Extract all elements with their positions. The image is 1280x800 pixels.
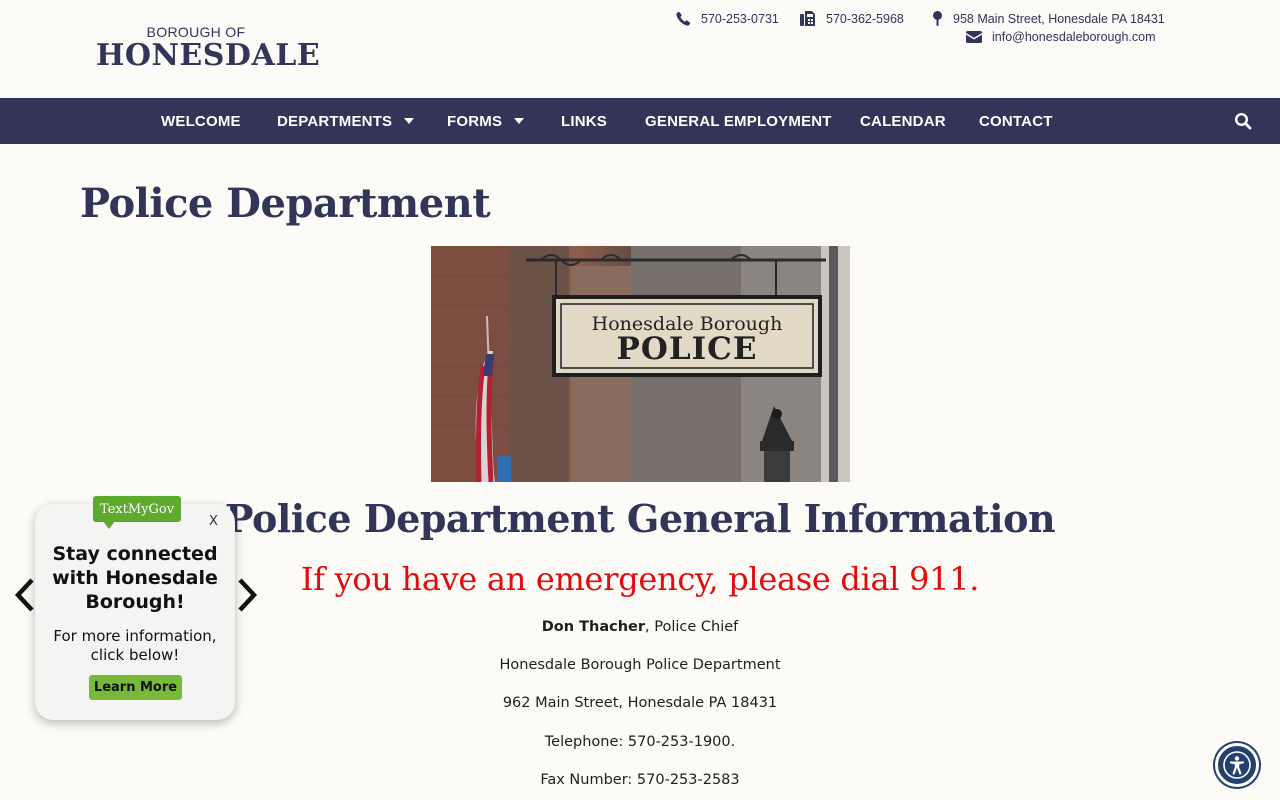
nav-label: CONTACT [979, 112, 1053, 130]
department-fax: Fax Number: 570-253-2583 [540, 772, 740, 788]
fax-icon [800, 11, 815, 26]
sign-line-2: POLICE [617, 331, 758, 367]
header-email[interactable]: info@honesdaleborough.com [966, 30, 1156, 44]
nav-label: GENERAL EMPLOYMENT [645, 112, 832, 130]
search-icon[interactable] [1234, 112, 1252, 130]
main-nav: WELCOME DEPARTMENTS FORMS LINKS GENERAL … [0, 98, 1280, 144]
site-logo[interactable]: BOROUGH OF HONESDALE [96, 24, 321, 73]
nav-label: FORMS [447, 112, 503, 130]
nav-item-links[interactable]: LINKS [561, 98, 607, 144]
header-fax-text: 570-362-5968 [826, 11, 904, 26]
header-address[interactable]: 958 Main Street, Honesdale PA 18431 [932, 11, 1165, 26]
site-header: BOROUGH OF HONESDALE 570-253-0731 570-36… [0, 0, 1280, 98]
logo-main-text: HONESDALE [96, 38, 321, 73]
chevron-left-icon[interactable] [14, 577, 36, 613]
nav-item-forms[interactable]: FORMS [447, 98, 525, 144]
nav-item-general-employment[interactable]: GENERAL EMPLOYMENT [645, 98, 832, 144]
chief-role: , Police Chief [645, 619, 739, 635]
header-fax[interactable]: 570-362-5968 [800, 11, 904, 26]
accessibility-button[interactable] [1215, 743, 1259, 787]
envelope-icon [966, 31, 982, 43]
chevron-down-icon [404, 118, 415, 124]
header-email-text: info@honesdaleborough.com [992, 30, 1156, 44]
map-pin-icon [933, 11, 942, 26]
nav-item-contact[interactable]: CONTACT [979, 98, 1053, 144]
page-title: Police Department [80, 180, 491, 227]
widget-subtext: For more information, click below! [53, 627, 217, 664]
department-telephone: Telephone: 570-253-1900. [544, 734, 736, 750]
chief-name: Don Thacher [541, 619, 646, 635]
nav-label: LINKS [561, 112, 607, 130]
chevron-down-icon [514, 118, 525, 124]
header-address-text: 958 Main Street, Honesdale PA 18431 [953, 11, 1165, 26]
header-phone-text: 570-253-0731 [701, 11, 779, 26]
accessibility-icon [1223, 751, 1251, 779]
textmygov-badge: TextMyGov [93, 496, 181, 529]
textmygov-widget: TextMyGov X Stay connected with Honesdal… [35, 496, 235, 720]
nav-item-departments[interactable]: DEPARTMENTS [277, 98, 415, 144]
nav-label: CALENDAR [860, 112, 946, 130]
nav-item-welcome[interactable]: WELCOME [161, 98, 241, 144]
nav-label: WELCOME [161, 112, 241, 130]
phone-icon [676, 11, 691, 26]
header-phone[interactable]: 570-253-0731 [676, 11, 779, 26]
nav-item-calendar[interactable]: CALENDAR [860, 98, 946, 144]
widget-close-button[interactable]: X [209, 514, 218, 529]
police-sign-photo: Honesdale Borough POLICE [431, 246, 850, 482]
learn-more-button[interactable]: Learn More [89, 675, 182, 700]
chevron-right-icon[interactable] [236, 577, 258, 613]
nav-label: DEPARTMENTS [277, 112, 393, 130]
widget-headline: Stay connected with Honesdale Borough! [52, 543, 218, 613]
